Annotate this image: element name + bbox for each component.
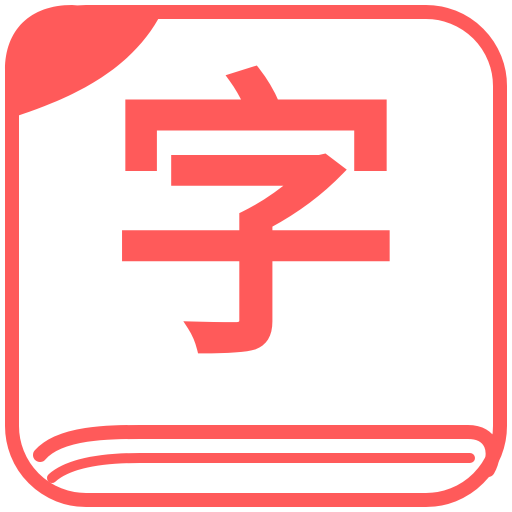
book-app-icon[interactable]: 字 xyxy=(0,0,512,512)
chinese-character-zi-icon: 字 xyxy=(106,43,406,396)
